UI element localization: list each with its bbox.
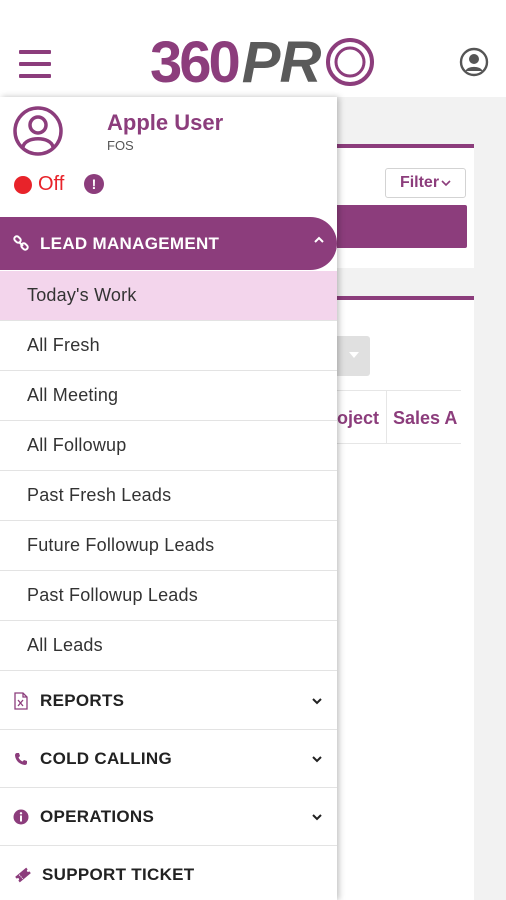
background-table-card	[337, 296, 474, 900]
status-label: Off	[38, 173, 65, 195]
user-name: Apple User	[107, 110, 224, 135]
link-icon	[13, 234, 29, 251]
menu-lead-management[interactable]: LEAD MANAGEMENT	[0, 217, 337, 270]
submenu-item-past-fresh-leads[interactable]: Past Fresh Leads	[0, 471, 337, 521]
alert-icon[interactable]: !	[84, 174, 104, 194]
table-column-sales[interactable]: Sales A	[393, 408, 461, 429]
background-banner	[337, 205, 467, 248]
logo-swirl-icon	[326, 38, 375, 86]
brand-logo: 360 PR	[150, 29, 378, 95]
info-icon	[12, 808, 30, 826]
ticket-icon	[14, 866, 32, 884]
chevron-up-icon	[314, 236, 324, 243]
navigation-drawer: Apple User FOS Off ! LEAD MANAGEMENT Tod…	[0, 97, 337, 900]
chevron-down-icon	[312, 814, 322, 821]
submenu-item-all-followup[interactable]: All Followup	[0, 421, 337, 471]
filter-button[interactable]: Filter	[385, 168, 466, 198]
status-dot	[14, 175, 32, 194]
app-bar: 360 PR	[0, 0, 506, 97]
menu-support-ticket[interactable]: SUPPORT TICKET	[0, 846, 337, 900]
menu-operations[interactable]: OPERATIONS	[0, 788, 337, 846]
user-avatar-icon	[13, 106, 63, 156]
operations-label: OPERATIONS	[40, 806, 155, 826]
chevron-down-icon	[312, 698, 322, 705]
select-caret-icon	[349, 352, 359, 358]
submenu-item-todays-work[interactable]: Today's Work	[0, 271, 337, 321]
filter-label: Filter	[399, 174, 440, 191]
menu-hamburger-icon[interactable]	[19, 50, 51, 78]
submenu-item-future-followup-leads[interactable]: Future Followup Leads	[0, 521, 337, 571]
column-divider	[386, 390, 387, 444]
menu-reports[interactable]: REPORTS	[0, 672, 337, 730]
reports-label: REPORTS	[40, 690, 125, 710]
user-role: FOS	[107, 138, 134, 153]
logo-number: 360	[150, 29, 241, 95]
support-ticket-label: SUPPORT TICKET	[42, 864, 195, 884]
submenu-item-all-fresh[interactable]: All Fresh	[0, 321, 337, 371]
submenu-item-all-leads[interactable]: All Leads	[0, 621, 337, 671]
menu-cold-calling[interactable]: COLD CALLING	[0, 730, 337, 788]
logo-text: PR	[241, 29, 322, 95]
excel-file-icon	[12, 691, 30, 710]
profile-icon[interactable]	[459, 47, 489, 77]
submenu-item-all-meeting[interactable]: All Meeting	[0, 371, 337, 421]
cold-calling-label: COLD CALLING	[40, 748, 173, 768]
status-toggle[interactable]: Off	[14, 173, 64, 196]
submenu-item-past-followup-leads[interactable]: Past Followup Leads	[0, 571, 337, 621]
chevron-down-icon	[312, 756, 322, 763]
phone-icon	[12, 750, 30, 768]
table-column-project[interactable]: oject	[337, 408, 379, 429]
chevron-down-icon	[441, 180, 451, 187]
lead-management-label: LEAD MANAGEMENT	[40, 233, 220, 253]
